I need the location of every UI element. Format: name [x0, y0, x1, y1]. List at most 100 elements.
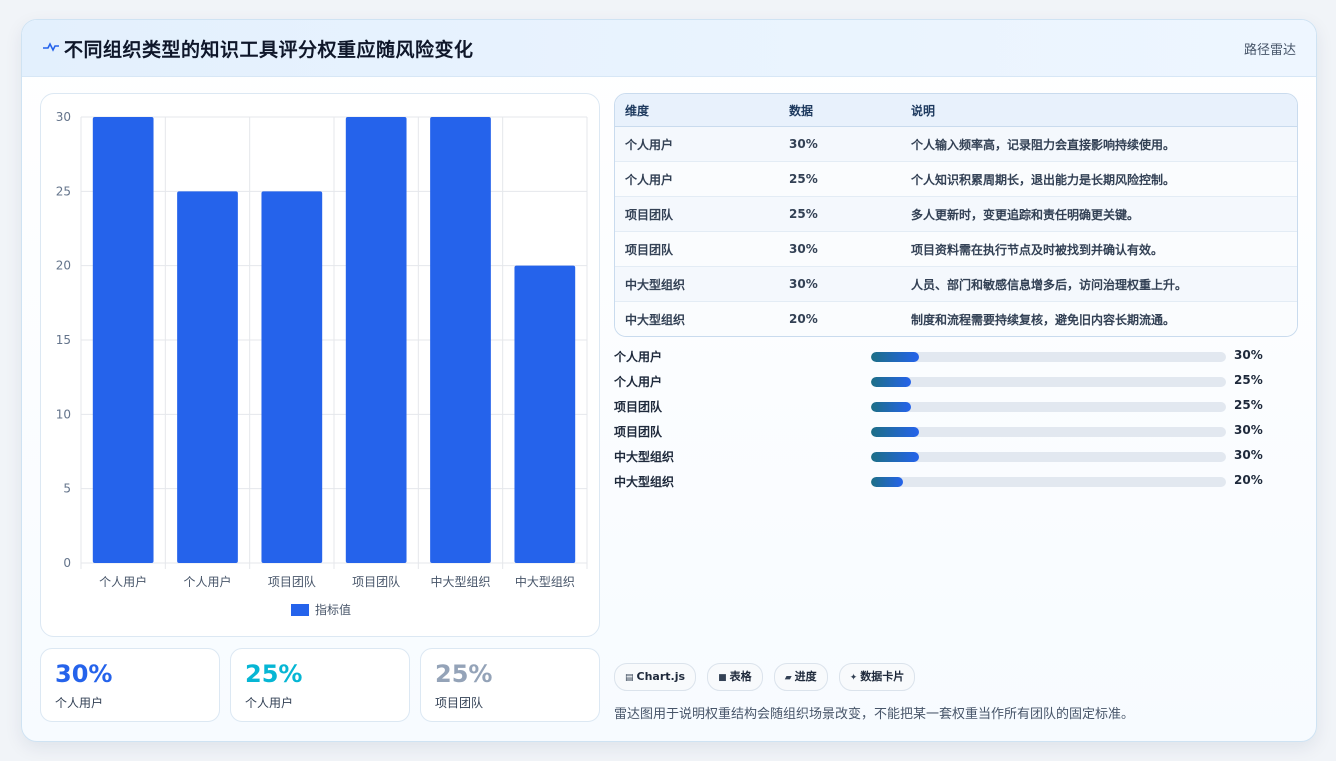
- dashboard-card: 不同组织类型的知识工具评分权重应随风险变化 路径雷达 0 5 10 15 20 25 30 个…: [21, 19, 1317, 742]
- table-cell: 中大型组织: [615, 301, 779, 336]
- bar: [430, 117, 491, 563]
- progress-track: [871, 452, 1226, 462]
- stat-label: 个人用户: [245, 696, 294, 710]
- y-tick-label: 10: [56, 407, 71, 421]
- progress-fill: [871, 352, 919, 362]
- progress-row: 个人用户 30%: [614, 346, 1274, 371]
- table-cell: 个人输入频率高，记录阻力会直接影响持续使用。: [901, 126, 1297, 162]
- chart-icon: ▤: [625, 673, 634, 683]
- stat-card: 25% 个人用户: [230, 648, 410, 722]
- table-row: 个人用户 25% 个人知识积累周期长，退出能力是长期风险控制。: [615, 161, 1297, 197]
- stat-value: 25%: [435, 660, 493, 688]
- y-tick-label: 25: [56, 184, 71, 198]
- progress-value: 25%: [1234, 373, 1263, 387]
- table-row: 项目团队 30% 项目资料需在执行节点及时被找到并确认有效。: [615, 231, 1297, 267]
- progress-label: 中大型组织: [614, 450, 675, 464]
- x-tick-label: 项目团队: [268, 574, 316, 589]
- table-cell: 30%: [779, 126, 901, 162]
- progress-track: [871, 427, 1226, 437]
- footer-note: 雷达图用于说明权重结构会随组织场景改变，不能把某一套权重当作所有团队的固定标准。: [614, 707, 1135, 722]
- bar: [261, 191, 323, 563]
- pulse-icon: [43, 42, 59, 52]
- table-cell: 项目团队: [615, 196, 779, 232]
- y-tick-label: 20: [56, 259, 71, 273]
- progress-fill: [871, 402, 911, 412]
- table-row: 项目团队 25% 多人更新时，变更追踪和责任明确更关键。: [615, 196, 1297, 232]
- progress-row: 中大型组织 30%: [614, 446, 1274, 471]
- progress-track: [871, 402, 1226, 412]
- progress-fill: [871, 377, 911, 387]
- bar: [345, 117, 407, 563]
- progress-row: 项目团队 25%: [614, 396, 1274, 421]
- progress-icon: ▰: [784, 673, 792, 683]
- table-cell: 30%: [779, 231, 901, 267]
- table-cell: 人员、部门和敏感信息增多后，访问治理权重上升。: [901, 266, 1297, 302]
- table-cell: 制度和流程需要持续复核，避免旧内容长期流通。: [901, 301, 1297, 336]
- table-cell: 25%: [779, 161, 901, 197]
- header-bar: 不同组织类型的知识工具评分权重应随风险变化 路径雷达: [22, 20, 1316, 77]
- header-tag: 路径雷达: [1243, 43, 1296, 58]
- x-tick-label: 个人用户: [183, 574, 231, 589]
- table-cell: 个人用户: [615, 161, 779, 197]
- table-cell: 20%: [779, 301, 901, 336]
- table-cell: 个人用户: [615, 126, 779, 162]
- chip-chartjs[interactable]: ▤ Chart.js: [614, 663, 697, 691]
- data-table: 维度 数据 说明 个人用户 30% 个人输入频率高，记录阻力会直接影响持续使用。…: [614, 93, 1298, 337]
- progress-value: 20%: [1234, 473, 1263, 487]
- y-tick-label: 5: [63, 482, 71, 496]
- progress-row: 个人用户 25%: [614, 371, 1274, 396]
- stat-card: 30% 个人用户: [40, 648, 220, 722]
- table-row: 中大型组织 30% 人员、部门和敏感信息增多后，访问治理权重上升。: [615, 266, 1297, 302]
- bar: [177, 191, 238, 563]
- table-row: 中大型组织 20% 制度和流程需要持续复核，避免旧内容长期流通。: [615, 301, 1297, 336]
- progress-fill: [871, 477, 903, 487]
- bar: [92, 117, 154, 563]
- page-title: 不同组织类型的知识工具评分权重应随风险变化: [64, 39, 474, 61]
- chip-label: Chart.js: [636, 670, 686, 683]
- table-cell: 中大型组织: [615, 266, 779, 302]
- progress-row: 项目团队 30%: [614, 421, 1274, 446]
- progress-track: [871, 477, 1226, 487]
- table-icon: ■: [718, 673, 727, 683]
- chip-data-cards[interactable]: ✦ 数据卡片: [838, 663, 916, 691]
- bar-chart-panel: 0 5 10 15 20 25 30 个人用户 个人用户 项目团队 项目团队 中大型组织 中大型组织 指标…: [40, 93, 600, 637]
- chip-row: ▤ Chart.js ■ 表格 ▰ 进度 ✦ 数据卡片: [614, 663, 921, 691]
- table-cell: 25%: [779, 196, 901, 232]
- stat-value: 25%: [245, 660, 303, 688]
- progress-label: 项目团队: [614, 425, 663, 439]
- stat-card: 25% 项目团队: [420, 648, 600, 722]
- progress-label: 项目团队: [614, 400, 663, 414]
- table-cell: 项目资料需在执行节点及时被找到并确认有效。: [901, 231, 1297, 267]
- table-row: 个人用户 30% 个人输入频率高，记录阻力会直接影响持续使用。: [615, 126, 1297, 162]
- chip-progress[interactable]: ▰ 进度: [773, 663, 828, 691]
- bar-chart: 0 5 10 15 20 25 30 个人用户 个人用户 项目团队 项目团队 中大型组织 中大型组织指标…: [56, 110, 588, 617]
- progress-value: 30%: [1234, 448, 1263, 462]
- stat-value: 30%: [55, 660, 113, 688]
- progress-label: 中大型组织: [614, 475, 675, 489]
- y-tick-label: 0: [63, 556, 71, 570]
- legend-swatch: [291, 604, 309, 616]
- progress-track: [871, 352, 1226, 362]
- x-tick-label: 项目团队: [352, 574, 400, 589]
- x-tick-label: 个人用户: [99, 574, 147, 589]
- progress-list: 个人用户 30% 个人用户 25% 项目团队 25% 项目团队 30% 中大型组…: [614, 346, 1274, 496]
- chip-label: 进度: [794, 670, 817, 683]
- legend-label: 指标值: [315, 602, 351, 617]
- stat-label: 个人用户: [55, 696, 104, 710]
- column-header: 维度: [615, 94, 779, 127]
- column-header: 数据: [779, 94, 901, 127]
- progress-value: 25%: [1234, 398, 1263, 412]
- progress-value: 30%: [1234, 423, 1263, 437]
- chip-label: 数据卡片: [860, 670, 905, 683]
- chip-table[interactable]: ■ 表格: [707, 663, 763, 691]
- progress-label: 个人用户: [614, 375, 663, 389]
- y-tick-label: 15: [56, 333, 71, 347]
- table-cell: 项目团队: [615, 231, 779, 267]
- table-cell: 多人更新时，变更追踪和责任明确更关键。: [901, 196, 1297, 232]
- table-cell: 个人知识积累周期长，退出能力是长期风险控制。: [901, 161, 1297, 197]
- progress-label: 个人用户: [614, 350, 663, 364]
- progress-fill: [871, 427, 919, 437]
- x-tick-label: 中大型组织: [515, 574, 575, 589]
- stat-label: 项目团队: [435, 696, 484, 710]
- progress-row: 中大型组织 20%: [614, 471, 1274, 496]
